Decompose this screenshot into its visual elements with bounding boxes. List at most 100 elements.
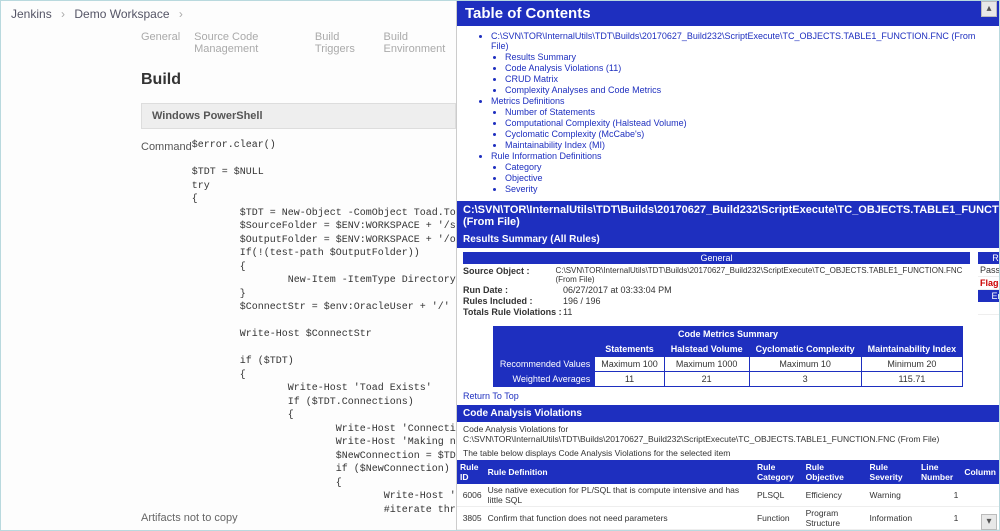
value: 196 / 196 [563,296,601,306]
config-tabs: General Source Code Management Build Tri… [141,25,456,65]
th: Halstead Volume [664,342,749,357]
value: 06/27/2017 at 03:33:04 PM [563,285,672,295]
errors-head: Errors [978,290,999,302]
td: Recommended Values [493,357,594,372]
crumb-workspace[interactable]: Demo Workspace [74,7,169,21]
th [493,342,594,357]
value: 11 [563,307,572,317]
metrics-title: Code Metrics Summary [493,327,962,342]
td: 11 [595,372,665,387]
td: 1 [918,484,961,507]
td: Maximum 100 [595,357,665,372]
th: Rule Definition [485,460,754,484]
td: PLSQL [754,484,803,507]
label: Totals Rule Violations : [463,307,563,317]
label: Run Date : [463,285,563,295]
chevron-right-icon: › [61,7,65,21]
td: Warning [867,484,918,507]
td: Function [754,507,803,530]
td: Maintainability [803,530,867,531]
td: 1 [918,530,961,531]
crumb-jenkins[interactable]: Jenkins [11,7,52,21]
td: Weighted Averages [493,372,594,387]
td: 3 [749,372,861,387]
td: PLSQL [754,530,803,531]
general-head: General [463,252,970,264]
td: 1 [918,507,961,530]
results-summary-bar: Results Summary (All Rules) [457,231,999,248]
tab-scm[interactable]: Source Code Management [194,31,301,55]
toc-link[interactable]: Computational Complexity (Halstead Volum… [505,118,687,128]
value: C:\SVN\TOR\InternalUtils\TDT\Builds\2017… [555,266,970,284]
general-summary: General Source Object :C:\SVN\TOR\Intern… [463,252,970,318]
metrics-table: Code Metrics Summary Statements Halstead… [493,326,963,387]
th: Rule Category [754,460,803,484]
th: Statements [595,342,665,357]
table-row: 2125Encapsulate all procedures and funct… [457,530,999,531]
toc-root-link[interactable]: C:\SVN\TOR\InternalUtils\TDT\Builds\2017… [491,31,975,51]
td: 6006 [457,484,485,507]
td: 2125 [457,530,485,531]
tab-env[interactable]: Build Environment [384,31,456,55]
toc-link[interactable]: Severity [505,184,538,194]
th: Rule Severity [867,460,918,484]
violations-header: Code Analysis Violations [457,405,999,422]
artifacts-label: Artifacts not to copy [141,512,238,524]
label: Rules Included : [463,296,563,306]
violations-table-note: The table below displays Code Analysis V… [457,446,999,460]
scroll-up-button[interactable]: ▴ [981,1,997,17]
th: Line Number [918,460,961,484]
toc-link[interactable]: Metrics Definitions [491,96,565,106]
td: 115.71 [861,372,963,387]
toc-link[interactable]: Number of Statements [505,107,595,117]
td: Use native execution for PL/SQL that is … [485,484,754,507]
th: Maintainability Index [861,342,963,357]
report-pane: Table of Contents C:\SVN\TOR\InternalUti… [456,1,999,530]
toc-link[interactable]: Complexity Analyses and Code Metrics [505,85,661,95]
tab-triggers[interactable]: Build Triggers [315,31,370,55]
violations-table: Rule IDRule DefinitionRule CategoryRule … [457,460,999,530]
toc-link[interactable]: CRUD Matrix [505,74,558,84]
th: Rule Objective [803,460,867,484]
td: Confirm that function does not need para… [485,507,754,530]
tab-general[interactable]: General [141,31,180,55]
chevron-right-icon: › [179,7,183,21]
command-label: Command [141,139,192,153]
toc-link[interactable]: Results Summary [505,52,576,62]
command-textarea[interactable]: $error.clear() $TDT = $NULL try { $TDT =… [192,139,456,530]
label: Source Object : [463,266,555,284]
scroll-down-button[interactable]: ▾ [981,514,997,530]
toc-link[interactable]: Objective [505,173,543,183]
td: Warning [867,530,918,531]
toc-link[interactable]: Cyclomatic Complexity (McCabe's) [505,129,644,139]
td: 21 [664,372,749,387]
toc-link[interactable]: Code Analysis Violations (11) [505,63,621,73]
td: Information [867,507,918,530]
toc-list: C:\SVN\TOR\InternalUtils\TDT\Builds\2017… [457,26,999,201]
toc-link[interactable]: Maintainability Index (MI) [505,140,605,150]
td: Maximum 1000 [664,357,749,372]
th: Rule ID [457,460,485,484]
label: Passed: [980,265,999,275]
section-build-title: Build [141,71,456,89]
toc-link[interactable]: Rule Information Definitions [491,151,602,161]
td [961,484,999,507]
toc-link[interactable]: Category [505,162,542,172]
table-row: 6006Use native execution for PL/SQL that… [457,484,999,507]
td: Maximum 10 [749,357,861,372]
file-path-bar: C:\SVN\TOR\InternalUtils\TDT\Builds\2017… [457,201,999,231]
td: Encapsulate all procedures and functions… [485,530,754,531]
td: Efficiency [803,484,867,507]
config-pane: General Source Code Management Build Tri… [1,25,456,530]
td: Minimum 20 [861,357,963,372]
label: Flagged: [980,278,999,288]
th: Column [961,460,999,484]
toc-header: Table of Contents [457,1,999,26]
td: Program Structure [803,507,867,530]
th: Cyclomatic Complexity [749,342,861,357]
return-to-top-link[interactable]: Return To Top [463,391,993,401]
powershell-section: Windows PowerShell [141,103,456,129]
td: 3805 [457,507,485,530]
table-row: 3805Confirm that function does not need … [457,507,999,530]
rules-head: Rules [978,252,999,264]
